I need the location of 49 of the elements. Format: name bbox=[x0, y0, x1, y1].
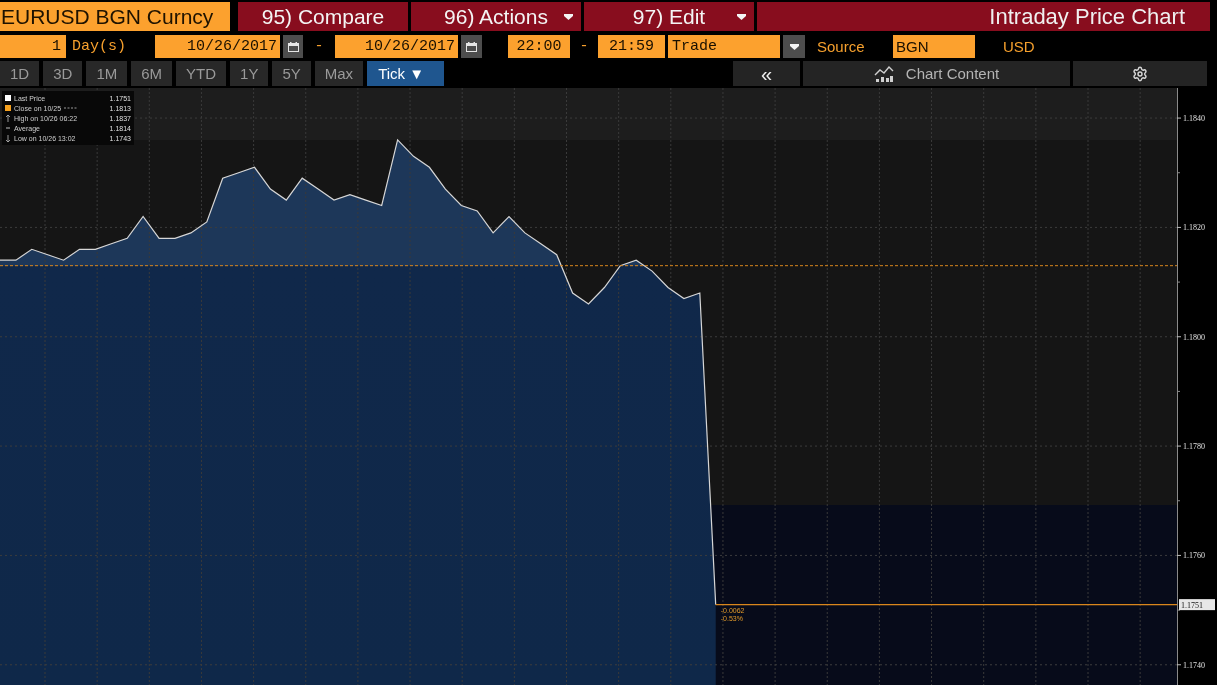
start-time-field[interactable]: 22:00 bbox=[508, 35, 570, 58]
axis-label: 1.1740 bbox=[1183, 660, 1205, 670]
start-date-field[interactable]: 10/26/2017 bbox=[155, 35, 280, 58]
period-tab[interactable]: 1M bbox=[86, 61, 128, 86]
dash-icon bbox=[5, 127, 11, 129]
axis-label: 1.1800 bbox=[1183, 332, 1205, 342]
up-arrow-icon bbox=[5, 114, 11, 122]
period-unit[interactable]: Day(s) bbox=[66, 35, 150, 58]
source-field[interactable]: BGN bbox=[893, 35, 975, 58]
caret-icon bbox=[789, 43, 799, 50]
settings-button[interactable] bbox=[1073, 61, 1207, 86]
source-label: Source bbox=[816, 37, 866, 57]
menu-button[interactable]: 96) Actions bbox=[411, 2, 581, 31]
period-tab[interactable]: 1Y bbox=[230, 61, 269, 86]
axis-label: 1.1760 bbox=[1183, 551, 1205, 561]
chart-icon bbox=[873, 65, 894, 82]
end-date-field[interactable]: 10/26/2017 bbox=[335, 35, 458, 58]
axis-label: 1.1840 bbox=[1183, 114, 1205, 124]
time-separator: - bbox=[578, 37, 590, 57]
end-time-field[interactable]: 21:59 bbox=[598, 35, 665, 58]
chart-content-button[interactable]: Chart Content bbox=[803, 61, 1070, 86]
calendar-button[interactable] bbox=[461, 35, 482, 58]
period-tab[interactable]: 5Y bbox=[272, 61, 311, 86]
calendar-button[interactable] bbox=[283, 35, 303, 58]
count-field[interactable]: 1 bbox=[0, 35, 66, 58]
menu-button[interactable]: 95) Compare bbox=[238, 2, 408, 31]
dashed-line-icon bbox=[64, 107, 79, 109]
price-type-field[interactable]: Trade bbox=[668, 35, 780, 58]
period-tab[interactable]: 6M bbox=[131, 61, 173, 86]
period-tab[interactable]: Tick ▼ bbox=[367, 61, 445, 86]
period-tab[interactable]: YTD bbox=[176, 61, 227, 86]
period-tab[interactable]: 1D bbox=[0, 61, 40, 86]
axis-label: 1.1780 bbox=[1183, 442, 1205, 452]
menu-button[interactable]: 97) Edit bbox=[584, 2, 754, 31]
calendar-icon bbox=[466, 41, 477, 52]
dropdown-button[interactable] bbox=[783, 35, 805, 58]
security-field[interactable]: EURUSD BGN Curncy bbox=[0, 2, 230, 31]
window-title: Intraday Price Chart bbox=[757, 2, 1210, 31]
currency-label: USD bbox=[1003, 37, 1035, 57]
period-tab[interactable]: 3D bbox=[43, 61, 83, 86]
ref-line-label: 1.1751 bbox=[1181, 600, 1203, 610]
last-price-tag: 1.1751 bbox=[1179, 599, 1215, 611]
calendar-icon bbox=[287, 41, 299, 52]
axis-label: 1.1820 bbox=[1183, 223, 1205, 233]
settings-icon bbox=[1132, 65, 1148, 82]
down-arrow-icon bbox=[5, 134, 11, 142]
collapse-button[interactable]: « bbox=[733, 61, 800, 86]
period-tab[interactable]: Max bbox=[314, 61, 364, 86]
date-separator: - bbox=[313, 37, 325, 57]
